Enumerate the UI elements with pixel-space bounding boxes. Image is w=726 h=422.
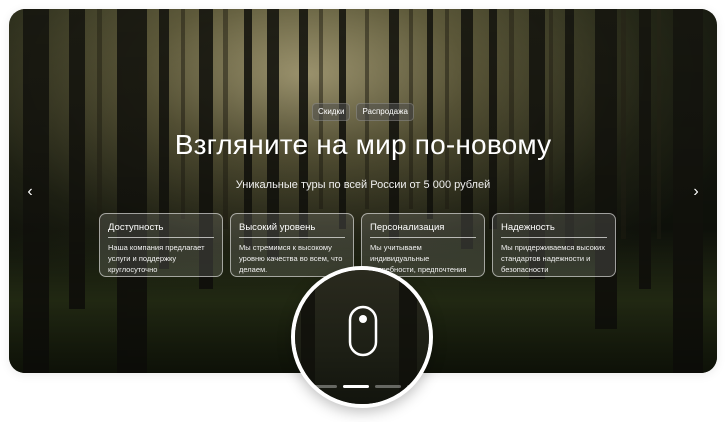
slide-dot[interactable] (311, 385, 337, 388)
mouse-scroll-icon[interactable] (348, 305, 378, 357)
hero-title: Взгляните на мир по-новому (174, 129, 552, 160)
feature-card-title: Доступность (108, 222, 214, 238)
chevron-left-icon: ‹ (27, 183, 33, 200)
tag-discounts[interactable]: Скидки (312, 103, 351, 121)
feature-card-high-level: Высокий уровень Мы стремимся к высокому … (230, 213, 354, 277)
zoom-lens (291, 266, 433, 408)
tag-list: Скидки Распродажа (9, 103, 717, 121)
tag-sale[interactable]: Распродажа (356, 103, 414, 121)
feature-card-availability: Доступность Наша компания предлагает усл… (99, 213, 223, 277)
feature-card-text: Мы придерживаемся высоких стандартов над… (501, 243, 605, 274)
prev-slide-button[interactable]: ‹ (19, 181, 41, 203)
chevron-right-icon: › (693, 183, 699, 200)
feature-card-title: Высокий уровень (239, 222, 345, 238)
slide-pagination (311, 385, 429, 388)
hero-subtitle: Уникальные туры по всей России от 5 000 … (235, 179, 491, 191)
next-slide-button[interactable]: › (685, 181, 707, 203)
feature-card-title: Надежность (501, 222, 607, 238)
feature-card-text: Наша компания предлагает услуги и поддер… (108, 243, 205, 274)
feature-card-title: Персонализация (370, 222, 476, 238)
page: Скидки Распродажа Взгляните на мир по-но… (0, 0, 726, 422)
slide-dot[interactable] (407, 385, 429, 388)
slide-dot-active[interactable] (343, 385, 369, 388)
slide-dot[interactable] (375, 385, 401, 388)
feature-card-reliability: Надежность Мы придерживаемся высоких ста… (492, 213, 616, 277)
